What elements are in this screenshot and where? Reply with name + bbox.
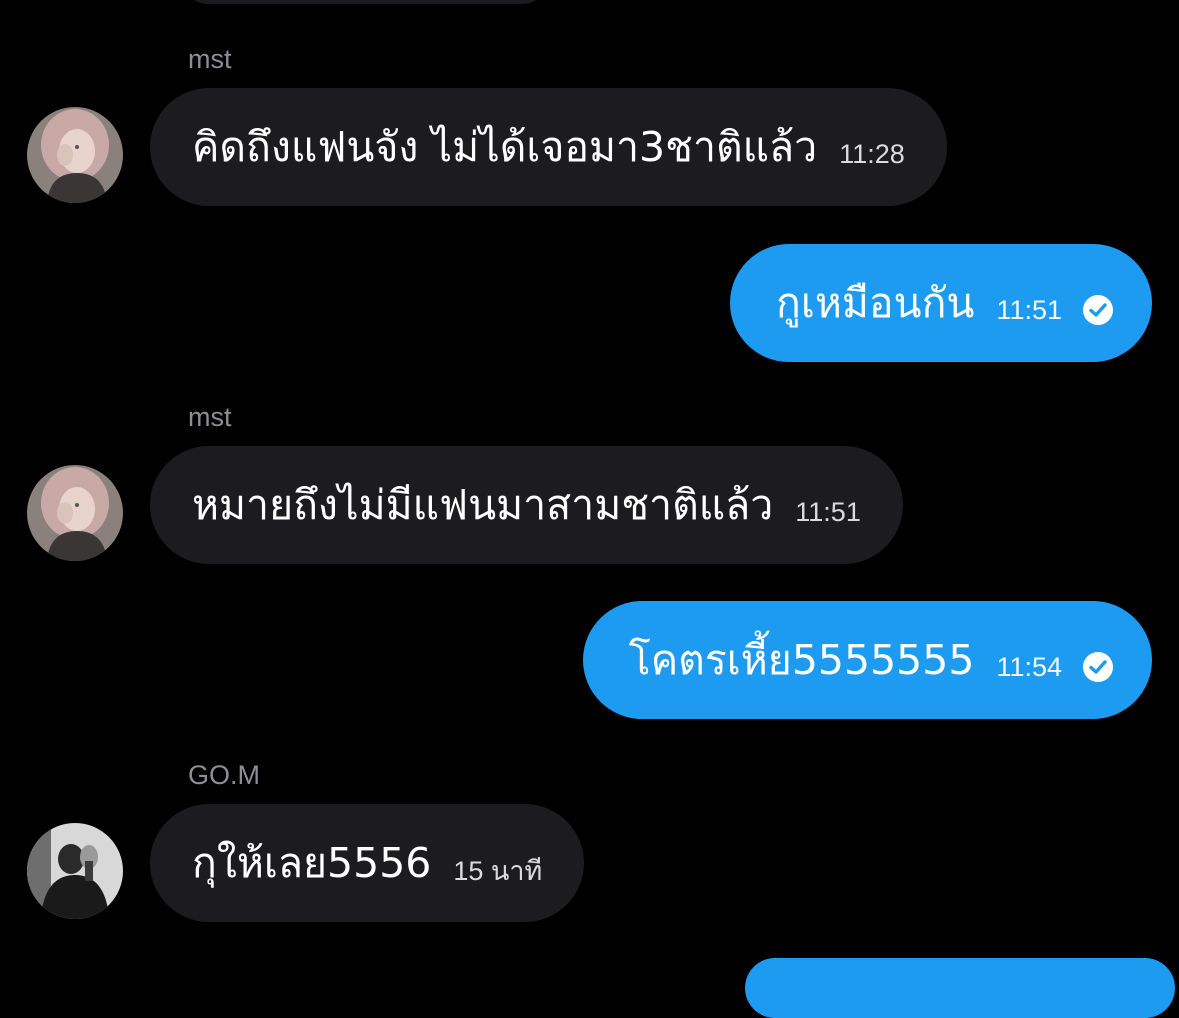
message-bubble[interactable]: กูเหมือนกัน 11:51 [730,244,1152,362]
sender-name: GO.M [188,760,260,790]
message-bubble[interactable]: กุให้เลย5556 15 นาที [150,804,585,922]
message-text: หมายถึงไม่มีแฟนมาสามชาติแล้ว [192,480,774,529]
message-bubble[interactable]: โคตรเหี้ย5555555 11:54 [582,601,1152,719]
message-bubble[interactable]: คิดถึงแฟนจัง ไม่ได้เจอมา3ชาติแล้ว 11:28 [150,88,947,206]
user-avatar-photo [27,107,123,203]
avatar[interactable] [27,823,123,919]
sender-name: mst [188,44,232,74]
message-text: กุให้เลย5556 [192,838,432,887]
message-time: 11:51 [996,294,1062,325]
message-time: 11:28 [839,138,905,169]
message-time: 15 นาที [453,855,543,886]
avatar[interactable] [27,107,123,203]
message-time: 11:54 [996,651,1062,682]
avatar[interactable] [27,465,123,561]
read-check-icon [1083,295,1113,325]
next-message-bubble[interactable] [745,958,1175,1018]
user-avatar-photo [27,465,123,561]
message-text: โคตรเหี้ย5555555 [628,635,975,684]
message-time: 11:51 [795,496,861,527]
user-avatar-photo [27,823,123,919]
previous-message-bubble[interactable] [185,0,545,4]
sender-name: mst [188,402,232,432]
message-bubble[interactable]: หมายถึงไม่มีแฟนมาสามชาติแล้ว 11:51 [150,446,903,564]
read-check-icon [1083,652,1113,682]
message-text: กูเหมือนกัน [776,278,975,327]
message-text: คิดถึงแฟนจัง ไม่ได้เจอมา3ชาติแล้ว [192,122,818,171]
